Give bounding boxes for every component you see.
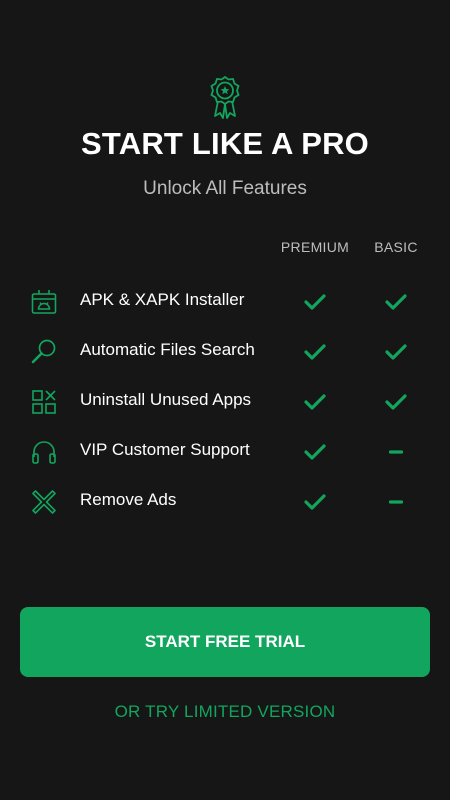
premium-check-icon [304,344,326,360]
try-limited-version-link[interactable]: OR TRY LIMITED VERSION [0,702,450,722]
feature-row-file-search: Automatic Files Search [0,330,450,370]
premium-check-icon [304,494,326,510]
apps-grid-remove-icon [32,390,56,414]
feature-label: APK & XAPK Installer [80,290,245,309]
column-header-basic: BASIC [374,239,418,255]
page-subtitle: Unlock All Features [143,178,307,199]
headphones-icon [32,441,56,464]
basic-check-icon [385,344,407,360]
page-title: START LIKE A PRO [81,126,369,161]
feature-row-vip-support: VIP Customer Support [0,430,450,470]
basic-dash-icon [388,500,404,504]
basic-check-icon [385,394,407,410]
feature-row-uninstall-apps: Uninstall Unused Apps [0,380,450,420]
android-package-icon [31,290,57,314]
remove-ads-icon [32,490,56,514]
feature-label: Remove Ads [80,490,177,509]
feature-row-remove-ads: Remove Ads [0,480,450,520]
feature-label: Uninstall Unused Apps [80,390,252,409]
premium-check-icon [304,444,326,460]
column-header-premium: PREMIUM [280,239,350,255]
feature-row-apk-installer: APK & XAPK Installer [0,280,450,320]
premium-check-icon [304,394,326,410]
feature-label: VIP Customer Support [80,440,250,459]
basic-check-icon [385,294,407,310]
premium-check-icon [304,294,326,310]
basic-dash-icon [388,450,404,454]
start-free-trial-button[interactable]: START FREE TRIAL [20,607,430,677]
feature-label: Automatic Files Search [80,340,255,359]
award-ribbon-icon [210,76,240,119]
search-icon [31,339,56,364]
